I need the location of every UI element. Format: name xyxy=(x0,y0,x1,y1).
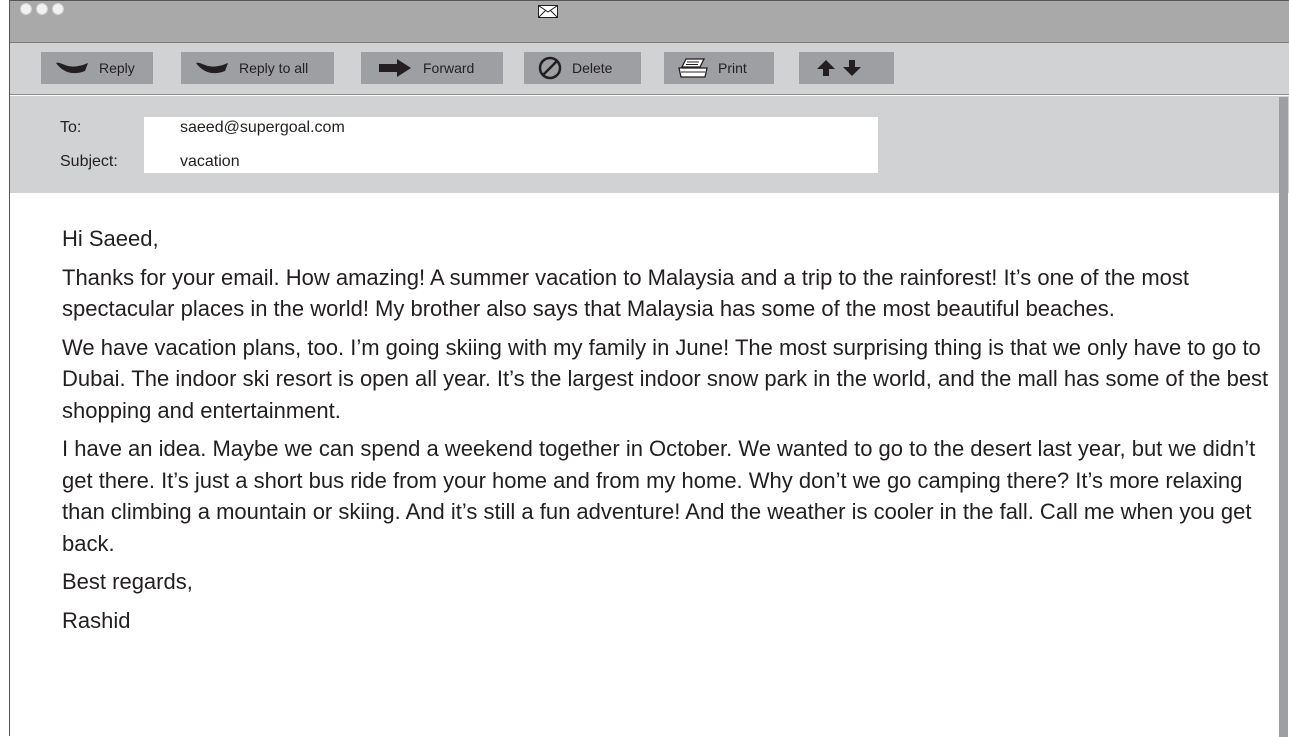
close-window-button[interactable] xyxy=(20,3,32,15)
envelope-icon xyxy=(538,3,558,22)
maximize-window-button[interactable] xyxy=(52,3,64,15)
forward-button[interactable]: Forward xyxy=(361,52,503,84)
title-bar xyxy=(10,1,1289,43)
subject-label: Subject: xyxy=(60,153,118,170)
message-paragraph: We have vacation plans, too. I’m going s… xyxy=(62,334,1269,423)
greeting: Hi Saeed, xyxy=(62,226,159,251)
message-paragraph: I have an idea. Maybe we can spend a wee… xyxy=(62,436,1256,556)
to-label: To: xyxy=(60,119,82,136)
closing: Best regards, xyxy=(62,569,193,594)
minimize-window-button[interactable] xyxy=(36,3,48,15)
message-navigation xyxy=(799,52,894,84)
reply-label: Reply xyxy=(99,60,135,76)
window-controls xyxy=(20,3,64,15)
message-header: To: saeed@supergoal.com Subject: vacatio… xyxy=(10,96,1289,193)
subject-field[interactable]: vacation xyxy=(180,153,240,171)
forward-label: Forward xyxy=(423,60,475,76)
delete-label: Delete xyxy=(572,60,613,76)
print-button[interactable]: Print xyxy=(664,52,774,84)
arrow-down-icon[interactable] xyxy=(843,60,861,76)
arrow-up-icon[interactable] xyxy=(817,60,835,76)
forward-arrow-icon xyxy=(379,59,411,77)
message-body: Hi Saeed, Thanks for your email. How ama… xyxy=(62,223,1277,643)
reply-all-label: Reply to all xyxy=(239,60,309,76)
reply-button[interactable]: Reply xyxy=(41,52,153,84)
signature: Rashid xyxy=(62,607,131,633)
reply-all-button[interactable]: Reply to all xyxy=(181,52,334,84)
message-paragraph: Thanks for your email. How amazing! A su… xyxy=(62,264,1190,322)
vertical-scrollbar[interactable] xyxy=(1279,97,1288,737)
printer-icon xyxy=(678,58,708,78)
email-window: Reply Reply to all Forward Delete Print … xyxy=(9,0,1289,737)
delete-button[interactable]: Delete xyxy=(524,52,641,84)
print-label: Print xyxy=(718,60,747,76)
prohibited-icon xyxy=(538,56,562,80)
reply-arrow-icon xyxy=(55,60,89,76)
toolbar: Reply Reply to all Forward Delete Print xyxy=(10,43,1289,95)
reply-all-arrow-icon xyxy=(195,60,229,76)
to-field[interactable]: saeed@supergoal.com xyxy=(180,119,345,137)
